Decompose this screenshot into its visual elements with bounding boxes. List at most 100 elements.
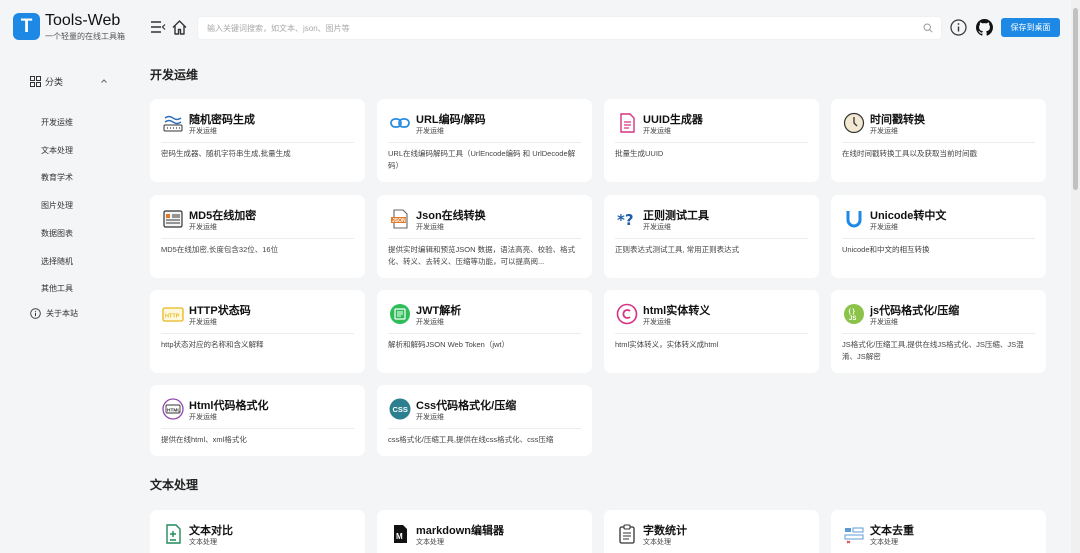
regex-icon: *? [617,211,634,229]
jwt-icon [390,304,410,324]
tool-card[interactable]: HTML Html代码格式化 开发运维 提供在线html、xml格式化 [150,385,365,456]
tool-card[interactable]: JWT解析 开发运维 解析和解码JSON Web Token（jwt） [377,290,592,373]
save-to-desktop-button[interactable]: 保存到桌面 [1001,18,1060,37]
http-icon: HTTP [162,307,184,322]
card-title: 文本对比 [189,525,233,537]
card-description: 提供在线html、xml格式化 [161,435,247,444]
dedupe-icon [844,527,864,544]
search-icon[interactable] [923,23,933,33]
sidebar-item-devops[interactable]: 开发运维 [41,117,73,128]
card-description: Unicode和中文的相互转换 [842,245,930,254]
info-icon[interactable] [950,19,967,36]
divider [615,333,808,334]
brand-subtitle: 一个轻量的在线工具箱 [45,32,125,41]
clipboard-icon [619,524,635,544]
scrollbar-thumb[interactable] [1073,8,1078,190]
divider [161,238,354,239]
clock-icon [843,112,865,134]
card-title: html实体转义 [643,305,711,317]
card-category: 开发运维 [189,128,217,135]
tool-card[interactable]: MD5在线加密 开发运维 MD5在线加密,长度包含32位、16位 [150,195,365,278]
tool-card[interactable]: html实体转义 开发运维 html实体转义，实体转义成html [604,290,819,373]
tool-card[interactable]: JSON Json在线转换 开发运维 提供实时编辑和预览JSON 数据，语法高亮… [377,195,592,278]
category-label: 分类 [45,76,64,87]
sidebar-item-image[interactable]: 图片处理 [41,200,73,211]
markdown-icon: M [394,525,407,543]
divider [388,142,581,143]
vertical-scrollbar[interactable] [1071,0,1080,553]
tool-card[interactable]: Unicode转中文 开发运维 Unicode和中文的相互转换 [831,195,1046,278]
card-category: 开发运维 [643,224,671,231]
tool-card[interactable]: UUID生成器 开发运维 批量生成UUID [604,99,819,182]
sidebar-item-random[interactable]: 选择随机 [41,256,73,267]
card-description: 密码生成器、随机字符串生成,批量生成 [161,149,291,158]
tool-card[interactable]: { } JS js代码格式化/压缩 开发运维 JS格式化/压缩工具,提供在线JS… [831,290,1046,373]
search-input[interactable] [198,17,898,39]
card-category: 开发运维 [870,224,898,231]
divider [388,333,581,334]
github-icon[interactable] [976,19,993,36]
tool-card[interactable]: 文本去重 文本处理 [831,510,1046,553]
sidebar-item-education[interactable]: 教育学术 [41,172,73,183]
card-description: http状态对应的名称和含义解释 [161,340,264,349]
card-description: css格式化/压缩工具,提供在线css格式化、css压缩 [388,435,554,444]
card-title: MD5在线加密 [189,210,257,222]
card-description: 正则表达式测试工具, 常用正则表达式 [615,245,740,254]
chevron-up-icon[interactable] [100,77,108,85]
card-description: 在线时间戳转换工具以及获取当前时间戳 [842,149,977,158]
logo-icon[interactable]: T [13,13,40,40]
info-icon [30,308,41,319]
about-label: 关于本站 [46,309,78,318]
divider [842,333,1035,334]
tool-card[interactable]: URL编码/解码 开发运维 URL在线编码解码工具（UrlEncode编码 和 … [377,99,592,182]
card-description: html实体转义，实体转义成html [615,340,719,349]
card-category: 开发运维 [416,414,444,421]
category-toggle[interactable]: 分类 [30,74,110,88]
card-category: 文本处理 [870,539,898,546]
svg-text:HTML: HTML [167,407,180,413]
divider [388,238,581,239]
sidebar-item-data-chart[interactable]: 数据图表 [41,228,73,239]
card-title: 随机密码生成 [189,114,255,126]
tool-card[interactable]: M markdown编辑器 文本处理 [377,510,592,553]
svg-text:M: M [396,532,403,541]
card-category: 文本处理 [643,539,671,546]
tool-card[interactable]: HTTP HTTP状态码 开发运维 http状态对应的名称和含义解释 [150,290,365,373]
card-title: Html代码格式化 [189,400,269,412]
sidebar-item-text[interactable]: 文本处理 [41,145,73,156]
card-title: 时间戳转换 [870,114,925,126]
section-title-devops: 开发运维 [150,68,199,82]
card-category: 开发运维 [189,319,217,326]
divider [161,333,354,334]
home-icon[interactable] [171,19,188,36]
tool-card[interactable]: 时间戳转换 开发运维 在线时间戳转换工具以及获取当前时间戳 [831,99,1046,182]
card-title: UUID生成器 [643,114,703,126]
tool-card[interactable]: *? 正则测试工具 开发运维 正则表达式测试工具, 常用正则表达式 [604,195,819,278]
unicode-icon [846,211,862,228]
divider [842,238,1035,239]
top-header: T Tools-Web 一个轻量的在线工具箱 保存到桌面 [0,0,1080,56]
card-description: 提供实时编辑和预览JSON 数据，语法高亮、校验、格式化、转义、去转义、压缩等功… [388,245,576,266]
card-category: 开发运维 [189,224,217,231]
copyright-icon [616,303,638,325]
search-bar [197,16,942,40]
menu-toggle-icon[interactable] [150,20,166,34]
diff-icon [166,524,181,544]
divider [388,428,581,429]
divider [615,142,808,143]
card-category: 开发运维 [416,224,444,231]
brand-name[interactable]: Tools-Web [45,12,120,30]
card-category: 文本处理 [189,539,217,546]
sidebar-item-other[interactable]: 其他工具 [41,283,73,294]
svg-text:JSON: JSON [392,218,406,224]
tool-card[interactable]: CSS Css代码格式化/压缩 开发运维 css格式化/压缩工具,提供在线css… [377,385,592,456]
card-title: 字数统计 [643,525,687,537]
svg-text:JS: JS [849,316,856,322]
tool-card[interactable]: 随机密码生成 开发运维 密码生成器、随机字符串生成,批量生成 [150,99,365,182]
card-title: 正则测试工具 [643,210,709,222]
card-category: 开发运维 [416,128,444,135]
tool-card[interactable]: 文本对比 文本处理 [150,510,365,553]
tool-card[interactable]: 字数统计 文本处理 [604,510,819,553]
about-link[interactable]: 关于本站 [30,308,78,319]
md5-icon [163,210,183,228]
